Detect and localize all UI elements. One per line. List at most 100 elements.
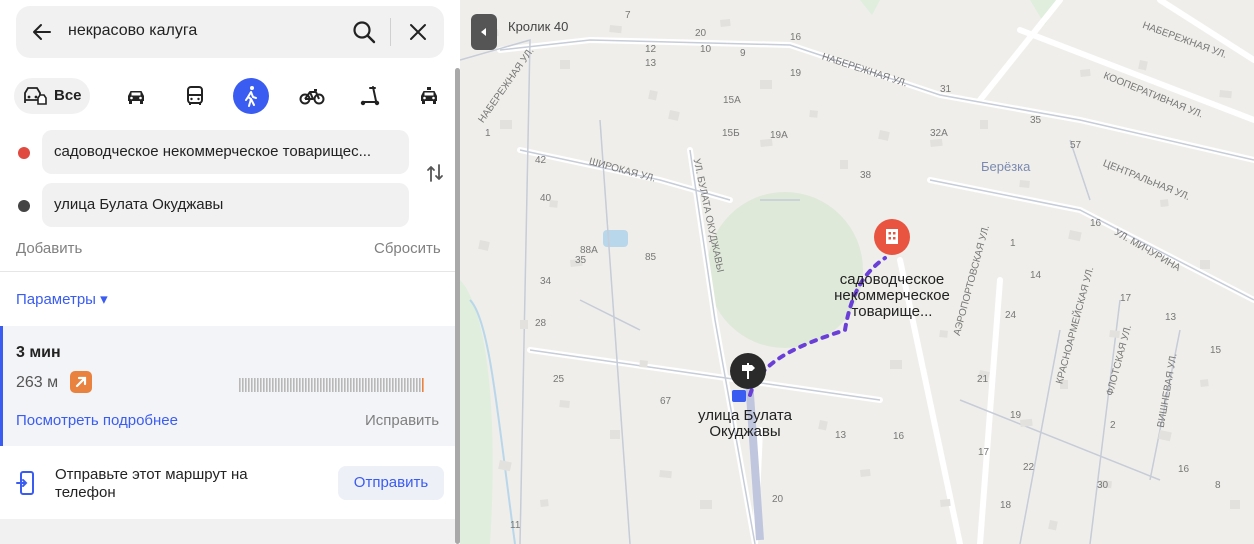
building-block — [1200, 260, 1210, 269]
elevation-bar — [326, 378, 328, 392]
route-option-card[interactable]: 3 мин 263 м Посмотреть подробнее Исправи… — [0, 326, 455, 446]
add-point-button[interactable]: Добавить — [16, 240, 82, 257]
mode-scooter-button[interactable] — [352, 78, 388, 114]
destination-pin[interactable] — [874, 219, 910, 255]
to-point-field[interactable]: улица Булата Окуджавы — [42, 183, 409, 227]
elevation-bar — [299, 378, 301, 392]
house-number: 16 — [790, 32, 802, 43]
building-block — [1020, 418, 1033, 427]
start-label: улица Булата Окуджавы — [698, 407, 792, 440]
section-divider — [0, 271, 455, 272]
elevation-bar — [389, 378, 391, 392]
pedestrian-icon — [245, 86, 257, 107]
elevation-bar — [419, 378, 421, 392]
building-block — [1160, 199, 1169, 207]
elevation-bar — [239, 378, 241, 392]
house-number: 13 — [1165, 312, 1177, 323]
building-block — [930, 138, 943, 147]
building-block — [1200, 379, 1209, 387]
elevation-bar — [398, 378, 400, 392]
elevation-bar — [401, 378, 403, 392]
elevation-bar — [344, 378, 346, 392]
close-icon[interactable] — [406, 20, 430, 44]
elevation-bar — [371, 378, 373, 392]
house-number: 18 — [1000, 500, 1012, 511]
house-number: 88А — [580, 245, 598, 256]
elevation-bar — [404, 378, 406, 392]
elevation-bar — [248, 378, 250, 392]
building-block — [1230, 500, 1240, 509]
building-block — [1068, 230, 1082, 242]
search-icon[interactable] — [351, 19, 377, 45]
building-block — [500, 120, 512, 129]
taxi-icon — [421, 87, 437, 104]
chevron-left-icon — [481, 28, 486, 36]
route-fix-link[interactable]: Исправить — [365, 412, 439, 429]
building-block — [648, 90, 658, 101]
mode-walk-button[interactable] — [233, 78, 269, 114]
elevation-bar — [395, 378, 397, 392]
elevation-bar — [374, 378, 376, 392]
elevation-bar — [320, 378, 322, 392]
building-block — [610, 430, 620, 439]
elevation-bar — [281, 378, 283, 392]
elevation-bar — [380, 378, 382, 392]
elevation-bar — [416, 378, 418, 392]
map-canvas[interactable]: Кролик 40 Берёзка НАБЕРЕЖНАЯ УЛ. НАБЕРЕЖ… — [460, 0, 1254, 544]
poi-krolik[interactable]: Кролик 40 — [508, 19, 568, 34]
elevation-bar — [413, 378, 415, 392]
route-panel: некрасово калуга Все садоводческое неком… — [0, 0, 460, 544]
building-block — [1048, 520, 1058, 531]
building-block — [840, 160, 848, 169]
start-pin[interactable] — [730, 353, 766, 389]
house-number: 1 — [485, 128, 491, 139]
building-block — [520, 320, 528, 329]
route-time: 3 мин — [16, 344, 61, 361]
search-bar[interactable]: некрасово калуга — [16, 6, 444, 58]
reset-button[interactable]: Сбросить — [374, 240, 441, 257]
house-number: 19 — [790, 68, 802, 79]
elevation-bar — [323, 378, 325, 392]
swap-icon[interactable] — [424, 162, 446, 184]
elevation-bar — [251, 378, 253, 392]
mode-all-button[interactable]: Все — [14, 78, 90, 114]
building-block — [1219, 90, 1232, 99]
signpost-icon — [742, 363, 755, 379]
elevation-profile — [239, 378, 424, 392]
house-number: 35 — [575, 255, 587, 266]
elevation-bar — [293, 378, 295, 392]
mode-bike-button[interactable] — [293, 78, 329, 114]
house-number: 7 — [625, 10, 631, 21]
elevation-bar — [386, 378, 388, 392]
search-query[interactable]: некрасово калуга — [68, 22, 197, 40]
from-point-field[interactable]: садоводческое некоммерческое товарищес..… — [42, 130, 409, 174]
route-details-link[interactable]: Посмотреть подробнее — [16, 412, 178, 429]
elevation-bar — [266, 378, 268, 392]
elevation-bar — [341, 378, 343, 392]
elevation-bar — [410, 378, 412, 392]
phone-send-icon — [16, 471, 34, 495]
elevation-bar — [317, 378, 319, 392]
house-number: 19А — [770, 130, 788, 141]
house-number: 13 — [645, 58, 657, 69]
house-number: 15Б — [722, 128, 740, 139]
elevation-bar — [269, 378, 271, 392]
building-icon — [886, 229, 898, 244]
parameters-toggle[interactable]: Параметры ▾ — [16, 290, 108, 308]
building-block — [809, 110, 818, 118]
building-block — [559, 400, 570, 409]
mode-car-button[interactable] — [118, 78, 154, 114]
building-block — [1080, 68, 1091, 77]
mode-taxi-button[interactable] — [411, 78, 447, 114]
building-block — [498, 460, 512, 472]
elevation-bar — [287, 378, 289, 392]
building-block — [980, 120, 988, 129]
arrow-back-icon[interactable] — [30, 20, 54, 44]
send-route-button[interactable]: Отправить — [338, 466, 444, 500]
mode-bus-button[interactable] — [177, 78, 213, 114]
poi-berezka[interactable]: Берёзка — [981, 159, 1030, 174]
building-block — [760, 80, 772, 89]
house-number: 16 — [893, 431, 905, 442]
collapse-panel-button[interactable] — [471, 14, 497, 50]
house-number: 12 — [645, 44, 657, 55]
